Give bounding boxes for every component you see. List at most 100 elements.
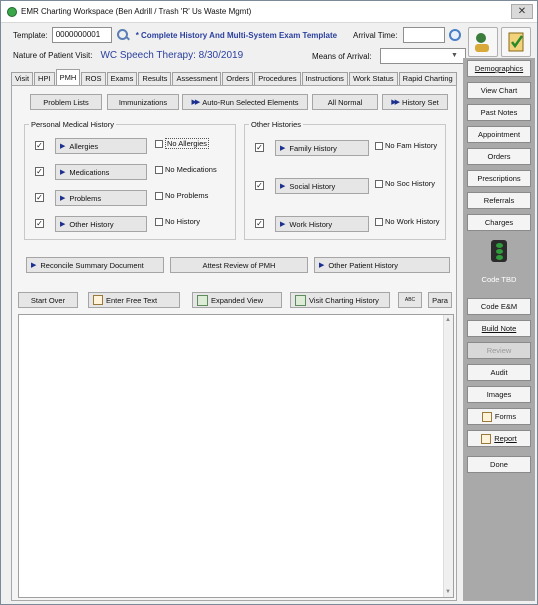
forms-button[interactable]: Forms xyxy=(467,408,531,425)
orders-button[interactable]: Orders xyxy=(467,148,531,165)
arrival-time-field[interactable] xyxy=(403,27,446,43)
build-note-button[interactable]: Build Note xyxy=(467,320,531,337)
search-icon[interactable] xyxy=(116,28,130,42)
other-patient-history-button[interactable]: ▶ Other Patient History xyxy=(314,257,450,273)
tab-orders[interactable]: Orders xyxy=(222,72,254,85)
appointment-button[interactable]: Appointment xyxy=(467,126,531,143)
close-button[interactable]: ✕ xyxy=(511,4,533,19)
para-button[interactable]: Para xyxy=(428,292,452,308)
tab-exams[interactable]: Exams xyxy=(106,72,138,85)
arrow-icon: ▶ xyxy=(60,195,66,202)
work-history-checkbox[interactable]: ✓ xyxy=(255,219,264,228)
tab-pmh[interactable]: PMH xyxy=(55,69,81,85)
problems-checkbox[interactable]: ✓ xyxy=(35,193,44,202)
family-history-checkbox[interactable]: ✓ xyxy=(255,143,264,152)
no-history-checkbox[interactable]: No History xyxy=(155,217,201,227)
no-fam-history-label: No Fam History xyxy=(385,141,438,150)
audit-button[interactable]: Audit xyxy=(467,364,531,381)
view-chart-button[interactable]: View Chart xyxy=(467,82,531,99)
no-work-history-checkbox[interactable]: No Work History xyxy=(375,217,439,227)
no-allergies-label: No Allergies xyxy=(165,138,210,149)
spell-check-button[interactable]: ABC xyxy=(398,292,422,308)
demographics-button[interactable]: Demographics xyxy=(467,60,531,77)
no-medications-checkbox[interactable]: No Medications xyxy=(155,165,217,175)
family-history-label: Family History xyxy=(289,143,337,153)
attest-review-label: Attest Review of PMH xyxy=(202,260,276,270)
clock-icon[interactable] xyxy=(449,29,462,41)
done-button[interactable]: Done xyxy=(467,456,531,473)
past-notes-label: Past Notes xyxy=(480,108,518,117)
medications-checkbox[interactable]: ✓ xyxy=(35,167,44,176)
no-fam-history-checkbox[interactable]: No Fam History xyxy=(375,141,438,151)
visit-label: Nature of Patient Visit: xyxy=(13,51,93,60)
immunizations-button[interactable]: Immunizations xyxy=(107,94,179,110)
other-history-label: Other History xyxy=(69,219,114,229)
referrals-button[interactable]: Referrals xyxy=(467,192,531,209)
no-allergies-checkbox[interactable]: No Allergies xyxy=(155,138,210,149)
document-icon xyxy=(93,295,103,305)
forms-label: Forms xyxy=(494,412,517,421)
visit-charting-history-button[interactable]: Visit Charting History xyxy=(290,292,390,308)
template-label: Template: xyxy=(13,30,48,40)
arrow-icon: ▶ xyxy=(280,183,286,190)
scroll-up-icon[interactable]: ▲ xyxy=(445,317,451,323)
tab-rapid-charting[interactable]: Rapid Charting xyxy=(398,72,457,85)
allergies-button[interactable]: ▶ Allergies xyxy=(55,138,147,154)
no-history-label: No History xyxy=(165,217,201,226)
tab-ros[interactable]: ROS xyxy=(81,72,106,85)
tab-work-status[interactable]: Work Status xyxy=(348,72,398,85)
demographics-label: Demographics xyxy=(474,64,524,73)
tab-instructions[interactable]: Instructions xyxy=(301,72,348,85)
all-normal-button[interactable]: All Normal xyxy=(312,94,378,110)
enter-free-text-button[interactable]: Enter Free Text xyxy=(88,292,180,308)
other-history-button[interactable]: ▶ Other History xyxy=(55,216,147,232)
checkbox-box xyxy=(155,218,163,227)
person-icon[interactable] xyxy=(468,27,498,57)
enter-free-text-label: Enter Free Text xyxy=(106,295,158,305)
start-over-button[interactable]: Start Over xyxy=(18,292,78,308)
visit-row: Nature of Patient Visit: WC Speech Thera… xyxy=(13,50,243,61)
charges-button[interactable]: Charges xyxy=(467,214,531,231)
attest-review-button[interactable]: Attest Review of PMH xyxy=(170,257,308,273)
problem-lists-button[interactable]: Problem Lists xyxy=(30,94,102,110)
checklist-icon[interactable] xyxy=(501,27,531,57)
tab-visit[interactable]: Visit xyxy=(11,72,34,85)
history-set-button[interactable]: ▶▶ History Set xyxy=(382,94,448,110)
work-history-button[interactable]: ▶ Work History xyxy=(275,216,369,232)
orders-label: Orders xyxy=(487,152,511,161)
reconcile-summary-button[interactable]: ▶ Reconcile Summary Document xyxy=(26,257,164,273)
charting-text-area[interactable]: ▲ ▼ xyxy=(18,314,454,598)
expand-icon xyxy=(197,294,208,306)
no-soc-history-checkbox[interactable]: No Soc History xyxy=(375,179,435,189)
tab-hpi[interactable]: HPI xyxy=(34,72,55,85)
other-history-checkbox[interactable]: ✓ xyxy=(35,219,44,228)
problems-label: Problems xyxy=(69,193,102,203)
social-history-button[interactable]: ▶ Social History xyxy=(275,178,369,194)
tab-procedures[interactable]: Procedures xyxy=(254,72,301,85)
prescriptions-button[interactable]: Prescriptions xyxy=(467,170,531,187)
view-chart-label: View Chart xyxy=(480,86,518,95)
allergies-checkbox[interactable]: ✓ xyxy=(35,141,44,150)
report-button[interactable]: Report xyxy=(467,430,531,447)
tab-assessment[interactable]: Assessment xyxy=(172,72,222,85)
right-sidebar: Demographics View Chart Past Notes Appoi… xyxy=(463,58,535,601)
tab-results[interactable]: Results xyxy=(138,72,172,85)
template-field[interactable]: 0000000001 xyxy=(51,27,112,43)
no-problems-checkbox[interactable]: No Problems xyxy=(155,191,209,201)
past-notes-button[interactable]: Past Notes xyxy=(467,104,531,121)
printer-icon xyxy=(481,433,492,444)
done-label: Done xyxy=(490,460,508,469)
medications-button[interactable]: ▶ Medications xyxy=(55,164,147,180)
light-dot xyxy=(495,254,503,260)
review-button[interactable]: Review xyxy=(467,342,531,359)
code-em-button[interactable]: Code E&M xyxy=(467,298,531,315)
social-history-checkbox[interactable]: ✓ xyxy=(255,181,264,190)
images-button[interactable]: Images xyxy=(467,386,531,403)
auto-run-button[interactable]: ▶▶ Auto-Run Selected Elements xyxy=(182,94,308,110)
no-problems-label: No Problems xyxy=(165,191,209,200)
problems-button[interactable]: ▶ Problems xyxy=(55,190,147,206)
scroll-down-icon[interactable]: ▼ xyxy=(445,589,451,595)
expanded-view-button[interactable]: Expanded View xyxy=(192,292,282,308)
vertical-scrollbar[interactable]: ▲ ▼ xyxy=(443,315,453,597)
family-history-button[interactable]: ▶ Family History xyxy=(275,140,369,156)
